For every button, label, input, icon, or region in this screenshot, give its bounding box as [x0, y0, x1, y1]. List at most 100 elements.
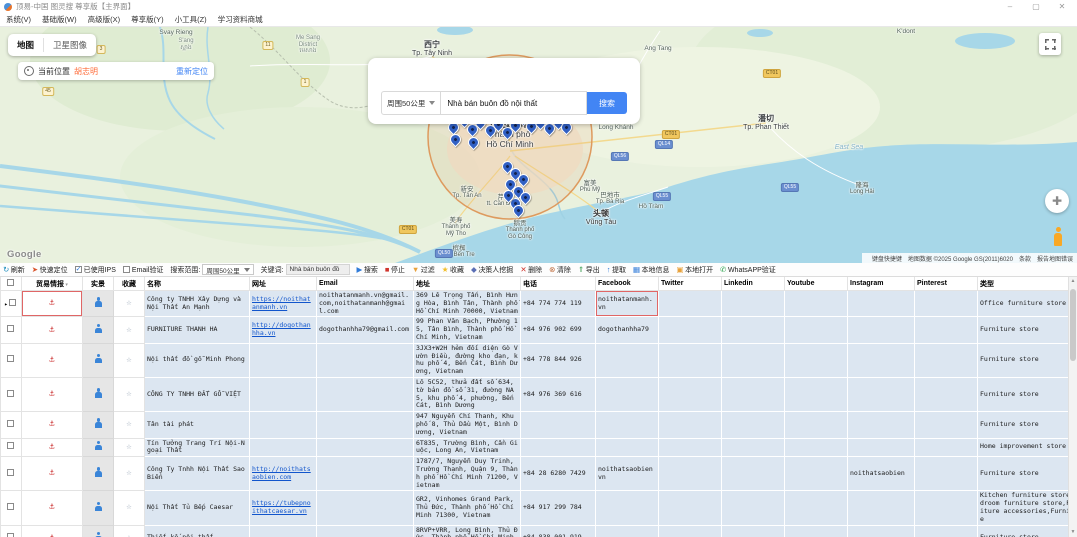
attribution-link[interactable]: 报告地图错误: [1037, 254, 1073, 263]
street-view-pegman-icon[interactable]: [94, 441, 103, 451]
toolbar-item-search[interactable]: ▶搜索: [357, 265, 378, 275]
favorite-star-icon[interactable]: ☆: [126, 419, 131, 429]
toolbar-item-local-open[interactable]: ▣本地打开: [677, 265, 714, 275]
street-view-pegman-icon[interactable]: [94, 532, 103, 537]
toolbar-item-extract[interactable]: ↑提取: [607, 265, 626, 275]
menu-item[interactable]: 尊享版(Y): [131, 14, 164, 25]
row-checkbox[interactable]: [9, 299, 16, 306]
attribution-link[interactable]: 条款: [1019, 254, 1031, 263]
column-header-linkedin[interactable]: Linkedin: [722, 277, 785, 291]
street-view-pegman-icon[interactable]: [94, 324, 103, 334]
column-header-instagram[interactable]: Instagram: [848, 277, 915, 291]
column-header-email[interactable]: Email: [317, 277, 414, 291]
minimize-button[interactable]: –: [997, 0, 1023, 13]
toolbar-item-delete[interactable]: ✕删除: [520, 265, 542, 275]
column-header-addr[interactable]: 地址: [414, 277, 521, 291]
favorite-star-icon[interactable]: ☆: [126, 325, 131, 335]
menu-item[interactable]: 基础版(W): [42, 14, 77, 25]
street-view-pegman-icon[interactable]: [94, 418, 103, 428]
favorite-star-icon[interactable]: ☆: [126, 502, 131, 512]
menu-item[interactable]: 高级版(X): [88, 14, 121, 25]
column-header-type[interactable]: 类型: [978, 277, 1077, 291]
toolbar-item-export[interactable]: ⇑导出: [578, 265, 600, 275]
row-checkbox[interactable]: [7, 533, 14, 537]
menu-item[interactable]: 小工具(Z): [175, 14, 207, 25]
close-button[interactable]: ✕: [1049, 0, 1075, 13]
website-link[interactable]: https://tubepnoithatcaesar.vn: [252, 499, 311, 515]
favorite-star-icon[interactable]: ☆: [126, 533, 131, 537]
toolbar-item-refresh[interactable]: ↻刷新: [3, 265, 25, 275]
toolbar-item-ips-used[interactable]: 已使用IPS: [75, 265, 116, 275]
favorite-star-icon[interactable]: ☆: [126, 355, 131, 365]
column-header-fav[interactable]: 收藏: [114, 277, 145, 291]
search-range-value[interactable]: 周围50公里: [202, 264, 253, 275]
attribution-link[interactable]: 键盘快捷键: [872, 254, 902, 263]
email-verify-checkbox[interactable]: [123, 266, 130, 273]
column-header-twitter[interactable]: Twitter: [659, 277, 722, 291]
website-link[interactable]: http://noithatsaobien.com: [252, 465, 311, 481]
maximize-button[interactable]: ▢: [1023, 0, 1049, 13]
column-header-scene[interactable]: 实景: [83, 277, 114, 291]
toolbar-item-quick-locate[interactable]: ➤快速定位: [32, 265, 68, 275]
scroll-up-arrow[interactable]: ▲: [1069, 277, 1077, 286]
row-checkbox[interactable]: [7, 325, 14, 332]
column-header-name[interactable]: 名称: [145, 277, 250, 291]
row-checkbox[interactable]: [7, 442, 14, 449]
column-header-url[interactable]: 网址: [250, 277, 317, 291]
trade-intel-anchor-icon[interactable]: ⚓: [49, 389, 54, 399]
toolbar-item-stop[interactable]: ■停止: [385, 265, 405, 275]
favorite-star-icon[interactable]: ☆: [126, 389, 131, 399]
trade-intel-anchor-icon[interactable]: ⚓: [49, 298, 54, 308]
row-checkbox[interactable]: [7, 390, 14, 397]
street-view-pegman-icon[interactable]: [94, 502, 103, 512]
pegman-icon[interactable]: [1051, 227, 1065, 247]
column-header-youtube[interactable]: Youtube: [785, 277, 848, 291]
vertical-scrollbar[interactable]: ▲ ▼: [1068, 277, 1077, 537]
toolbar-item-local-info[interactable]: ▦本地信息: [633, 265, 670, 275]
radius-select[interactable]: 周围50公里: [381, 91, 441, 115]
column-header-facebook[interactable]: Facebook: [596, 277, 659, 291]
sort-filter-icon[interactable]: ▾: [64, 282, 68, 288]
keyword-value[interactable]: Nhà bán buôn đồ: [286, 264, 350, 275]
street-view-pegman-icon[interactable]: [94, 354, 103, 364]
toolbar-item-keyword[interactable]: 关键词:Nhà bán buôn đồ: [261, 264, 350, 275]
fullscreen-button[interactable]: [1039, 33, 1061, 55]
favorite-star-icon[interactable]: ☆: [126, 468, 131, 478]
toolbar-item-whatsapp-verify[interactable]: ✆WhatsAPP验证: [720, 265, 776, 275]
map-layer-map-button[interactable]: 地图: [8, 34, 43, 56]
menu-item[interactable]: 学习资料商城: [218, 14, 263, 25]
trade-intel-anchor-icon[interactable]: ⚓: [49, 325, 54, 335]
row-checkbox[interactable]: [7, 469, 14, 476]
scroll-thumb[interactable]: [1070, 289, 1076, 361]
row-checkbox[interactable]: [7, 355, 14, 362]
trade-intel-anchor-icon[interactable]: ⚓: [49, 355, 54, 365]
current-location-value[interactable]: 胡志明: [74, 66, 98, 77]
column-header-phone[interactable]: 电话: [521, 277, 596, 291]
search-input[interactable]: Nhà bán buôn đồ nội thất: [441, 91, 587, 115]
pan-control[interactable]: ✚: [1045, 189, 1069, 213]
relocate-button[interactable]: 重新定位: [176, 66, 208, 77]
column-header-select[interactable]: [1, 277, 22, 291]
row-checkbox[interactable]: [7, 420, 14, 427]
trade-intel-anchor-icon[interactable]: ⚓: [49, 419, 54, 429]
ips-used-checkbox[interactable]: [75, 266, 82, 273]
search-button[interactable]: 搜索: [587, 92, 627, 114]
toolbar-item-decision-maker[interactable]: ◆决策人挖掘: [471, 265, 513, 275]
trade-intel-anchor-icon[interactable]: ⚓: [49, 442, 54, 452]
street-view-pegman-icon[interactable]: [94, 297, 103, 307]
street-view-pegman-icon[interactable]: [94, 467, 103, 477]
column-header-trade[interactable]: 贸易情报 ▾: [22, 277, 83, 291]
toolbar-item-search-range[interactable]: 搜索范围:周围50公里: [170, 264, 253, 275]
trade-intel-anchor-icon[interactable]: ⚓: [49, 468, 54, 478]
favorite-star-icon[interactable]: ☆: [126, 298, 131, 308]
map-layer-satellite-button[interactable]: 卫星图像: [44, 34, 96, 56]
website-link[interactable]: https://noithatanmanh.vn: [252, 295, 311, 311]
website-link[interactable]: http://dogothanhha.vn: [252, 321, 311, 337]
toolbar-item-email-verify[interactable]: Email验证: [123, 265, 164, 275]
map-canvas[interactable]: Svay RiengS'angស្អាងMe SangDistrictមេសាង…: [0, 27, 1077, 263]
column-header-pinterest[interactable]: Pinterest: [915, 277, 978, 291]
toolbar-item-favorite[interactable]: ★收藏: [442, 265, 464, 275]
street-view-pegman-icon[interactable]: [94, 388, 103, 398]
trade-intel-anchor-icon[interactable]: ⚓: [49, 533, 54, 537]
select-all-checkbox[interactable]: [7, 279, 14, 286]
